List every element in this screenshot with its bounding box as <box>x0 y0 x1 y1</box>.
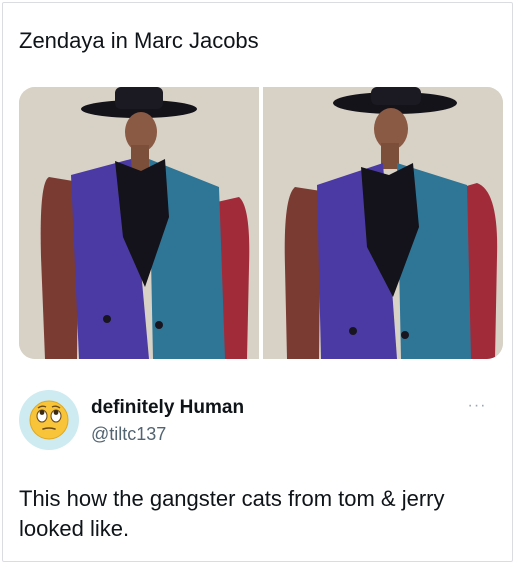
face-with-rolling-eyes-emoji-icon <box>29 400 69 440</box>
author-handle[interactable]: @tiltc137 <box>91 422 166 446</box>
more-options-icon[interactable]: ··· <box>462 396 492 416</box>
tweet-text: This how the gangster cats from tom & je… <box>19 486 445 541</box>
media-grid <box>19 87 503 359</box>
media-image-1[interactable] <box>19 87 259 359</box>
author-display-name[interactable]: definitely Human <box>91 396 244 420</box>
photo-illustration-1 <box>19 87 259 359</box>
photo-illustration-2 <box>263 87 503 359</box>
quoted-tweet-text: Zendaya in Marc Jacobs <box>19 28 259 53</box>
media-image-2[interactable] <box>263 87 503 359</box>
tweet-card: Zendaya in Marc Jacobs definitely Human … <box>2 2 513 562</box>
avatar[interactable] <box>19 390 79 450</box>
